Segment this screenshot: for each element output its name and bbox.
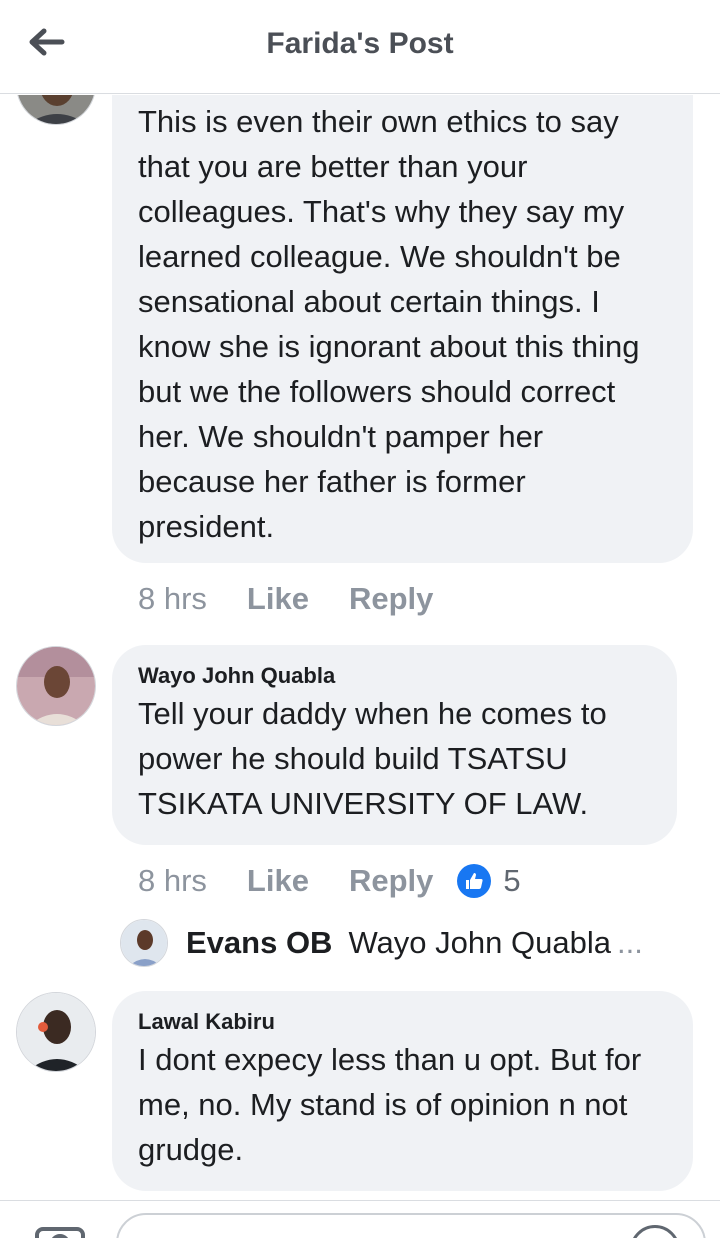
comment-input[interactable] — [116, 1213, 706, 1238]
comment-author[interactable]: Wayo John Quabla — [138, 661, 651, 691]
comment-actions: 8 hrs Like Reply 5 — [138, 861, 521, 901]
comments-feed[interactable]: This is even their own ethics to say tha… — [0, 95, 720, 1200]
avatar[interactable] — [16, 95, 96, 125]
comment-text: I dont expecy less than u opt. But for m… — [138, 1042, 642, 1167]
reply-button[interactable]: Reply — [349, 863, 433, 899]
reply-text: Wayo John Quabla — [348, 925, 611, 960]
comment-bubble[interactable]: This is even their own ethics to say tha… — [112, 95, 693, 563]
comment-time[interactable]: 8 hrs — [138, 863, 207, 899]
comment-actions: 8 hrs Like Reply — [138, 579, 473, 619]
comment-text: This is even their own ethics to say tha… — [138, 104, 640, 544]
avatar — [120, 919, 168, 967]
comment-time[interactable]: 8 hrs — [138, 581, 207, 617]
like-icon — [457, 864, 492, 898]
reply-author[interactable]: Evans OB — [186, 925, 332, 961]
comment-bubble[interactable]: Wayo John Quabla Tell your daddy when he… — [112, 645, 677, 845]
reply-button[interactable]: Reply — [349, 581, 433, 617]
comment-author[interactable]: Lawal Kabiru — [138, 1007, 667, 1037]
page-title: Farida's Post — [266, 27, 454, 60]
comment-composer — [0, 1200, 720, 1238]
reply-ellipsis: ... — [616, 925, 643, 960]
reply-preview[interactable]: Evans OB Wayo John Quabla ... — [120, 918, 643, 968]
comment-bubble[interactable]: Lawal Kabiru I dont expecy less than u o… — [112, 991, 693, 1191]
like-button[interactable]: Like — [247, 581, 309, 617]
reaction-count: 5 — [503, 863, 521, 898]
camera-icon[interactable] — [34, 1221, 86, 1238]
top-bar: Farida's Post — [0, 0, 720, 94]
avatar[interactable] — [16, 992, 96, 1072]
reaction-summary[interactable]: 5 — [457, 863, 521, 899]
avatar[interactable] — [16, 646, 96, 726]
like-button[interactable]: Like — [247, 863, 309, 899]
comment-text: Tell your daddy when he comes to power h… — [138, 696, 607, 821]
